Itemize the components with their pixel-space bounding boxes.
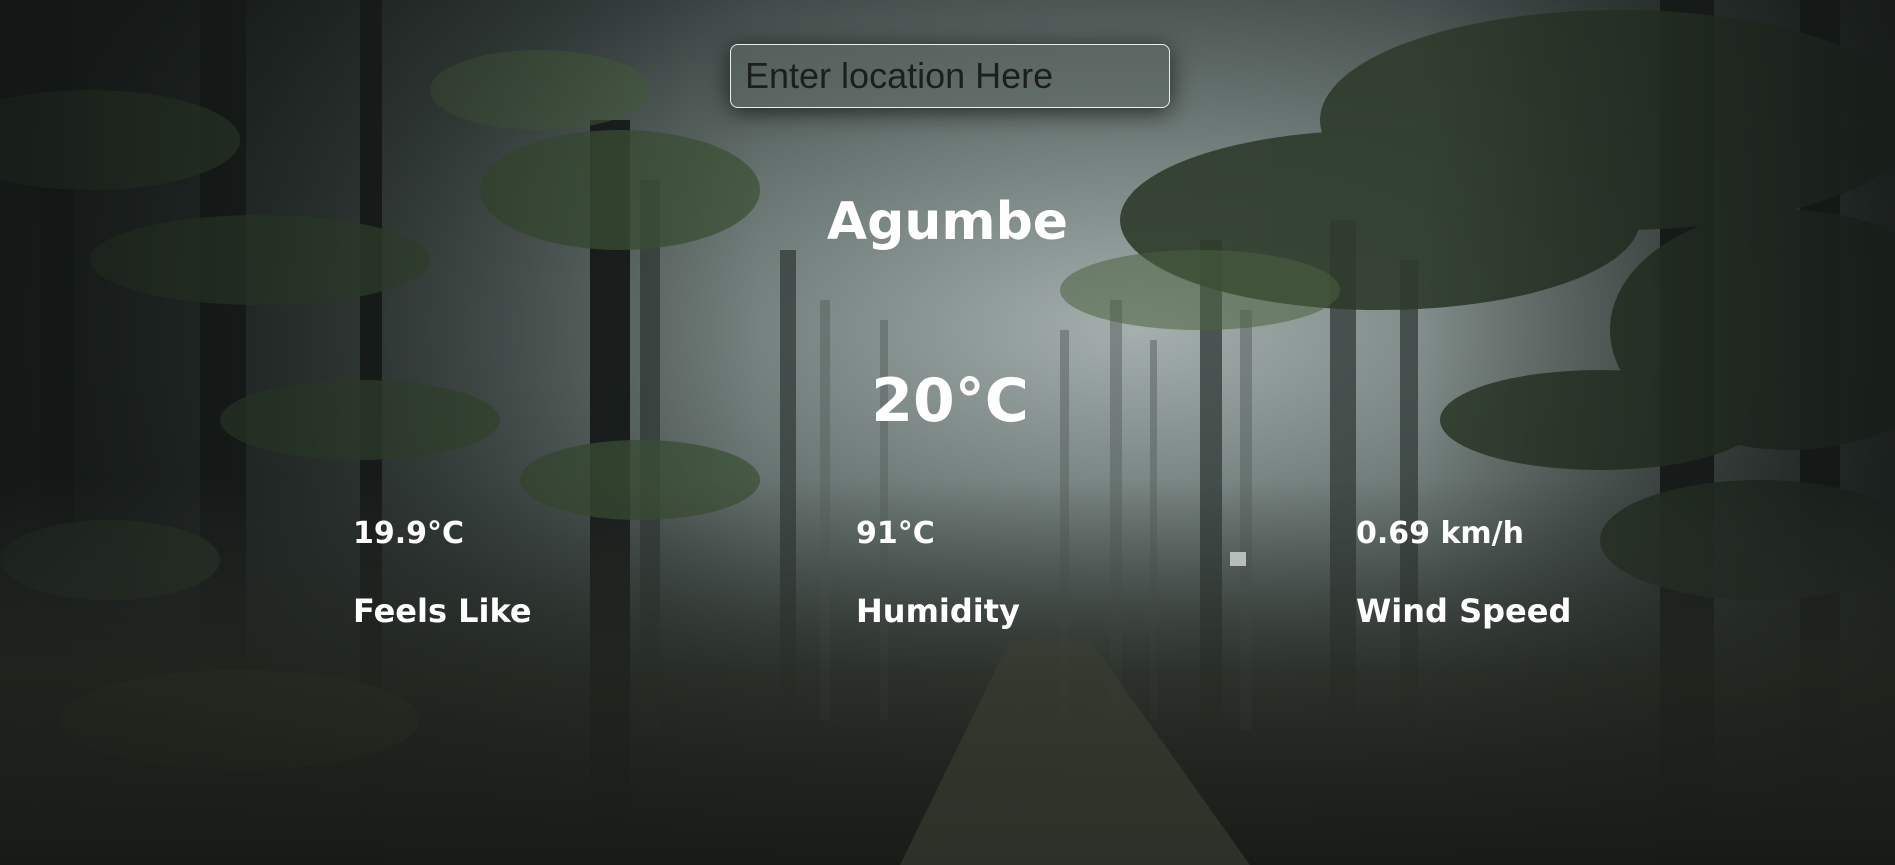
feels-like-value: 19.9°C xyxy=(353,516,465,551)
humidity-value: 91°C xyxy=(856,516,935,551)
humidity-stat: 91°C Humidity xyxy=(856,516,1156,630)
wind-speed-stat: 0.69 km/h Wind Speed xyxy=(1356,516,1656,630)
humidity-label: Humidity xyxy=(856,592,1020,630)
current-temperature: 20°C xyxy=(871,366,1029,436)
wind-speed-value: 0.69 km/h xyxy=(1356,516,1524,551)
weather-app: Agumbe 20°C 19.9°C Feels Like 91°C Humid… xyxy=(0,0,1895,865)
wind-speed-label: Wind Speed xyxy=(1356,592,1572,630)
location-search-input[interactable] xyxy=(730,44,1170,108)
city-name: Agumbe xyxy=(826,192,1069,252)
feels-like-label: Feels Like xyxy=(353,592,532,630)
feels-like-stat: 19.9°C Feels Like xyxy=(353,516,653,630)
